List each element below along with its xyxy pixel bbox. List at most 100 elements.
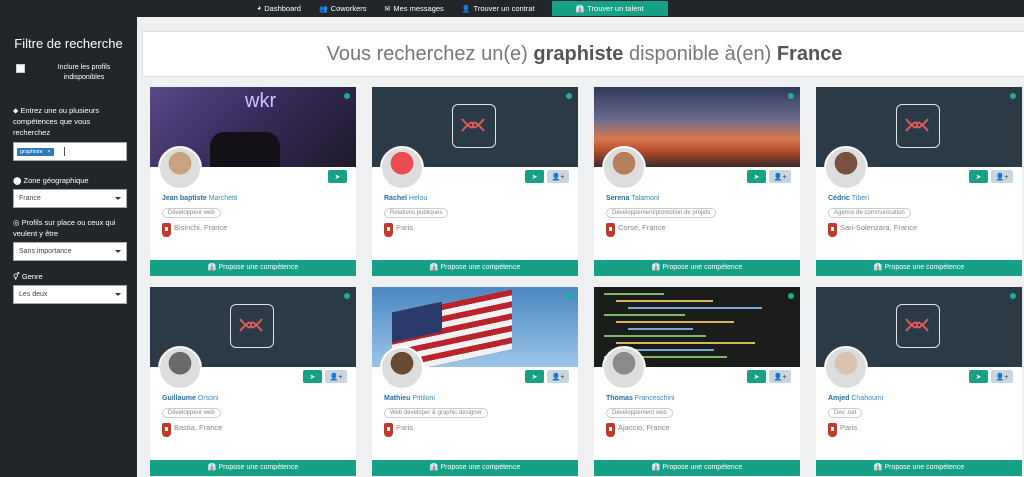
send-message-button[interactable]: ➤: [303, 370, 322, 383]
default-cover-logo: [230, 304, 274, 348]
profile-name[interactable]: Guillaume Orsoni: [162, 395, 218, 402]
profile-card: ➤ 👤+ Thomas Franceschini Développement web A…: [594, 287, 800, 476]
location: Sari-Solenzara, France: [828, 223, 917, 237]
gender-select[interactable]: Les deux: [13, 285, 127, 304]
send-message-button[interactable]: ➤: [328, 170, 347, 183]
online-status-dot: [566, 93, 572, 99]
page-title: Vous recherchez un(e) graphiste disponib…: [142, 31, 1024, 77]
job-badge: Développeur web: [162, 408, 221, 418]
location: Bisinchi, France: [162, 223, 227, 237]
propose-skill-button[interactable]: 👔 Propose une compétence: [150, 260, 356, 276]
zone-select[interactable]: France: [13, 189, 127, 208]
tie-icon: 👔: [873, 464, 885, 471]
first-name: Serena: [606, 195, 630, 202]
nav-item-mes-messages[interactable]: ✉ Mes messages: [376, 0, 453, 17]
job-badge: Web developer & graphic designer: [384, 408, 488, 418]
profile-name[interactable]: Serena Talamoni: [606, 195, 659, 202]
avatar[interactable]: [158, 146, 202, 190]
propose-skill-button[interactable]: 👔 Propose une compétence: [594, 460, 800, 476]
profile-name[interactable]: Cédric Tiberi: [828, 195, 869, 202]
nav-item-coworkers[interactable]: 👥 Coworkers: [310, 0, 376, 17]
nav-item-trouver-un-talent[interactable]: 👔 Trouver un talent: [551, 1, 668, 16]
last-name: Chahoumi: [851, 395, 884, 402]
dashboard-icon: ◕: [257, 5, 262, 12]
profile-name[interactable]: Thomas Franceschini: [606, 395, 674, 402]
gender-select-value: Les deux: [19, 291, 48, 298]
add-contact-button[interactable]: 👤+: [769, 170, 791, 183]
propose-skill-button[interactable]: 👔 Propose une compétence: [372, 260, 578, 276]
card-actions: ➤ 👤+: [747, 170, 791, 183]
profile-name[interactable]: Amjed Chahoumi: [828, 395, 883, 402]
send-message-button[interactable]: ➤: [747, 170, 766, 183]
tie-icon: 👔: [207, 464, 219, 471]
default-cover-logo: [896, 104, 940, 148]
nav-item-label: Trouver un contrat: [473, 4, 535, 13]
profile-card: ➤ 👤+ Amjed Chahoumi Dev .net Paris 👔 Propose …: [816, 287, 1022, 476]
avatar[interactable]: [824, 146, 868, 190]
propose-skill-button[interactable]: 👔 Propose une compétence: [150, 460, 356, 476]
profile-select[interactable]: Sans importance: [13, 242, 127, 261]
tie-icon: 👔: [651, 464, 663, 471]
job-badge: Développeur web: [162, 208, 221, 218]
title-middle: disponible à(en): [623, 43, 777, 65]
send-message-button[interactable]: ➤: [525, 370, 544, 383]
results-area: Vous recherchez un(e) graphiste disponib…: [137, 17, 1024, 477]
paper-plane-icon: ➤: [753, 173, 760, 181]
skills-label-text: Entrez une ou plusieurs compétences que …: [13, 106, 100, 137]
add-contact-button[interactable]: 👤+: [325, 370, 347, 383]
job-badge: Développement web: [606, 408, 673, 418]
paper-plane-icon: ➤: [975, 173, 982, 181]
send-message-button[interactable]: ➤: [747, 370, 766, 383]
map-pin-icon: [162, 223, 171, 237]
include-unavailable-row: Inclure les profils indisponibles: [10, 63, 127, 83]
profile-name[interactable]: Rachel Helou: [384, 195, 427, 202]
add-contact-button[interactable]: 👤+: [769, 370, 791, 383]
propose-skill-button[interactable]: 👔 Propose une compétence: [372, 460, 578, 476]
map-pin-icon: [828, 223, 837, 237]
gender-label-text: Genre: [21, 272, 43, 281]
location-text: Paris: [840, 423, 858, 432]
add-contact-button[interactable]: 👤+: [547, 370, 569, 383]
avatar[interactable]: [158, 346, 202, 390]
propose-skill-button[interactable]: 👔 Propose une compétence: [594, 260, 800, 276]
avatar[interactable]: [380, 346, 424, 390]
online-status-dot: [1010, 93, 1016, 99]
nav-item-trouver-un-contrat[interactable]: 👤 Trouver un contrat: [453, 0, 544, 17]
card-actions: ➤ 👤+: [747, 370, 791, 383]
add-contact-button[interactable]: 👤+: [547, 170, 569, 183]
location-text: Ajaccio, France: [618, 423, 670, 432]
avatar[interactable]: [602, 146, 646, 190]
propose-skill-button[interactable]: 👔 Propose une compétence: [816, 460, 1022, 476]
avatar[interactable]: [380, 146, 424, 190]
avatar[interactable]: [824, 346, 868, 390]
send-message-button[interactable]: ➤: [525, 170, 544, 183]
propose-skill-label: Propose une compétence: [884, 264, 965, 271]
profile-name[interactable]: Mathieu Pittiloni: [384, 395, 435, 402]
online-status-dot: [788, 293, 794, 299]
profile-card: ➤ 👤+ Cédric Tiberi Agence de communication S…: [816, 87, 1022, 276]
propose-skill-button[interactable]: 👔 Propose une compétence: [816, 260, 1022, 276]
skill-tag-remove-button[interactable]: ×: [48, 149, 51, 155]
nav-item-dashboard[interactable]: ◕ Dashboard: [248, 0, 310, 17]
title-prefix: Vous recherchez un(e): [326, 43, 534, 65]
profile-name[interactable]: Jean baptiste Marchetti: [162, 195, 238, 202]
add-contact-button[interactable]: 👤+: [991, 370, 1013, 383]
skill-tag: graphiste ×: [17, 147, 54, 156]
include-unavailable-checkbox[interactable]: [16, 64, 25, 73]
zone-label-text: Zone géographique: [23, 176, 89, 185]
skills-tag-input[interactable]: graphiste ×: [13, 142, 127, 161]
user-plus-icon: 👤+: [995, 173, 1009, 181]
send-message-button[interactable]: ➤: [969, 370, 988, 383]
map-pin-icon: [606, 423, 615, 437]
card-actions: ➤ 👤+: [525, 170, 569, 183]
map-pin-icon: [384, 223, 393, 237]
tie-icon: 👔: [873, 264, 885, 271]
send-message-button[interactable]: ➤: [969, 170, 988, 183]
card-actions: ➤: [328, 170, 347, 183]
user-icon: 👤: [461, 5, 471, 13]
add-contact-button[interactable]: 👤+: [991, 170, 1013, 183]
location-text: Bastia, France: [174, 423, 223, 432]
avatar[interactable]: [602, 346, 646, 390]
propose-skill-label: Propose une compétence: [662, 264, 743, 271]
skill-tag-label: graphiste: [20, 148, 43, 155]
